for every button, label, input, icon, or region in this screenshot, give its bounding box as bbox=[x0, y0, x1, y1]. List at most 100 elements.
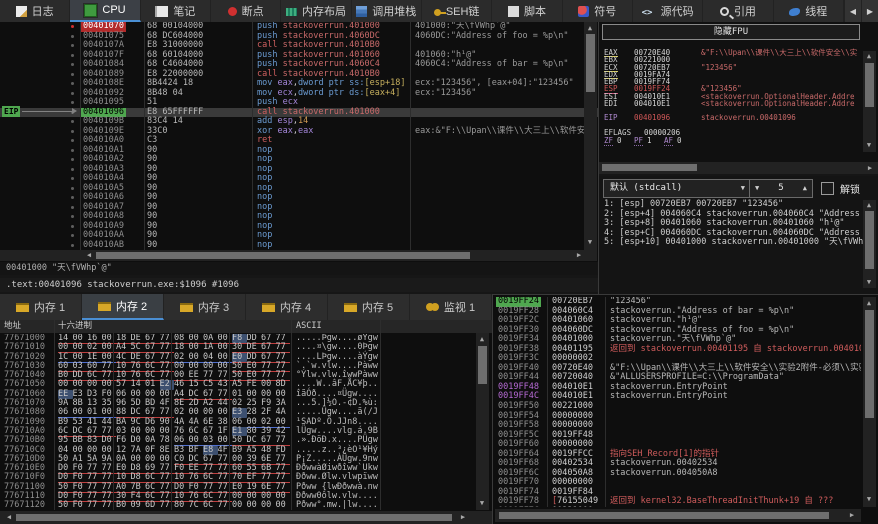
ram-icon bbox=[262, 303, 275, 312]
tab-strip: 日志 CPU 笔记断点内存布局 调用堆栈 SEH链脚本 符号 源代码 引用 线程 bbox=[0, 0, 844, 22]
hex-group: B0096D77 bbox=[116, 501, 174, 510]
stack-row[interactable]: 0019FF5C0019FF48 bbox=[493, 431, 861, 441]
tab-seh[interactable]: SEH链 bbox=[422, 0, 492, 22]
hide-fpu-button[interactable]: 隐藏FPU bbox=[602, 24, 860, 40]
instruction-dot-icon bbox=[71, 82, 74, 85]
flag-value: 0 bbox=[677, 136, 682, 145]
memory-tab[interactable]: 内存 1 bbox=[0, 294, 82, 320]
symbols-icon bbox=[578, 6, 589, 17]
hex-byte: B0 bbox=[116, 501, 131, 510]
instruction-dot-icon bbox=[71, 139, 74, 142]
memory-header-hex: 十六进制 bbox=[58, 320, 92, 333]
calling-convention-dropdown[interactable]: 默认 (stdcall) ▼ bbox=[603, 179, 751, 198]
hex-byte: 00 bbox=[276, 501, 291, 510]
args-vscrollbar[interactable]: ▲ ▼ bbox=[863, 200, 876, 288]
tab-memmap[interactable]: 内存布局 bbox=[281, 0, 351, 22]
memmap-icon bbox=[286, 8, 297, 16]
spacer bbox=[599, 122, 865, 129]
tab-label: 调用堆栈 bbox=[372, 3, 416, 19]
arg-row[interactable]: 5: [esp+10] 00401000 stackoverrun.004010… bbox=[599, 238, 861, 248]
memory-header: 地址 十六进制 ASCII bbox=[0, 320, 492, 333]
disasm-row[interactable]: 004010AB90nop bbox=[0, 241, 598, 251]
disassembly-rows: 0040107068 00104000push stackoverrun.401… bbox=[0, 22, 598, 250]
tab-label: 符号 bbox=[594, 3, 616, 19]
memory-tab-label: 内存 2 bbox=[116, 298, 147, 314]
stack-row[interactable]: 0019FF5400000000 bbox=[493, 412, 861, 422]
disassembly-panel: 0040107068 00104000push stackoverrun.401… bbox=[0, 22, 599, 262]
memory-vscrollbar[interactable]: ▲ ▼ bbox=[476, 333, 489, 510]
registers-vscrollbar[interactable]: ▲ ▼ bbox=[863, 51, 876, 152]
instruction-dot-icon bbox=[71, 63, 74, 66]
eflags-row[interactable]: EFLAGS00000206 bbox=[599, 129, 865, 136]
instruction-dot-icon bbox=[71, 54, 74, 57]
tab-threads[interactable]: 线程 bbox=[774, 0, 844, 22]
tabs-scroll-right-icon[interactable]: ▶ bbox=[861, 0, 878, 22]
memory-tab[interactable]: 内存 5 bbox=[328, 294, 410, 320]
memory-tab-label: 内存 3 bbox=[198, 299, 229, 315]
breakpoint-dot-icon bbox=[71, 25, 74, 28]
hex-byte: 50 bbox=[58, 501, 73, 510]
stack-row[interactable]: 0019FF5800000000 bbox=[493, 421, 861, 431]
disasm-vscrollbar[interactable]: ▲ ▼ bbox=[584, 22, 597, 250]
tabs-scroll-left-icon[interactable]: ◀ bbox=[844, 0, 861, 22]
tab-callstack[interactable]: 调用堆栈 bbox=[352, 0, 422, 22]
register-row[interactable]: EDI004010E1<stackoverrun.OptionalHeader.… bbox=[599, 100, 865, 107]
tab-label: CPU bbox=[102, 4, 125, 16]
stack-row[interactable]: 0019FF3800401195返回到 stackoverrun.0040119… bbox=[493, 345, 861, 355]
instruction-dot-icon bbox=[71, 101, 74, 104]
tab-cpu[interactable]: CPU bbox=[70, 0, 140, 22]
register-value: 004010E1 bbox=[634, 100, 670, 107]
register-row[interactable]: EIP00401096stackoverrun.00401096 bbox=[599, 114, 865, 121]
stack-row[interactable]: 0019FF7000000000 bbox=[493, 478, 861, 488]
callstack-icon bbox=[356, 6, 367, 17]
unlock-checkbox[interactable] bbox=[821, 182, 834, 195]
hex-group: 95BB83D0 bbox=[58, 436, 116, 445]
memory-tab[interactable]: 内存 2 bbox=[82, 294, 164, 320]
memory-tab[interactable]: 内存 4 bbox=[246, 294, 328, 320]
tab-source[interactable]: 源代码 bbox=[633, 0, 703, 22]
instruction-dot-icon bbox=[71, 149, 74, 152]
register-comment: &"F:\\Upan\\课件\\大三上\\软件安全\\实 bbox=[701, 49, 857, 56]
stack-row[interactable]: 0019FF5000221000 bbox=[493, 402, 861, 412]
instruction-dot-icon bbox=[71, 215, 74, 218]
dump-address: 77671120 bbox=[4, 501, 45, 510]
tab-symbols[interactable]: 符号 bbox=[563, 0, 633, 22]
stack-comment: stackoverrun.EntryPoint bbox=[610, 392, 728, 402]
notes-icon bbox=[155, 6, 168, 17]
stack-rows: 0019FF2400720EB7"123456"0019FF28004060C4… bbox=[493, 297, 861, 507]
stack-row[interactable]: 0019FF6C004050A8stackoverrun.004050A8 bbox=[493, 469, 861, 479]
stack-row[interactable]: 0019FF4C004010E1stackoverrun.EntryPoint bbox=[493, 392, 861, 402]
tab-notes[interactable]: 笔记 bbox=[141, 0, 211, 22]
seh-icon bbox=[434, 9, 441, 16]
spinner-down-icon: ▼ bbox=[755, 180, 759, 197]
registers-panel: 隐藏FPU EAX00720E40&"F:\\Upan\\课件\\大三上\\软件… bbox=[598, 22, 878, 174]
arg-count-spinner[interactable]: ▼ 5 ▲ bbox=[749, 179, 813, 198]
tab-refs[interactable]: 引用 bbox=[703, 0, 773, 22]
registers-hscrollbar[interactable]: ▶ bbox=[599, 162, 878, 174]
eip-marker: EIP bbox=[2, 106, 20, 117]
flags-row[interactable]: ZF0PF1AF0 bbox=[599, 136, 865, 145]
memory-row[interactable]: 7767112050F07777B0096D77807C6C7700000000… bbox=[0, 501, 476, 510]
threads-icon bbox=[789, 8, 800, 16]
memory-tab[interactable]: 监视 1 bbox=[410, 294, 492, 320]
stack-vscrollbar[interactable]: ▲ ▼ bbox=[863, 297, 876, 507]
tab-label: 日志 bbox=[32, 3, 54, 19]
memory-hscrollbar[interactable]: ◀ ▶ bbox=[0, 511, 492, 524]
disasm-hscrollbar[interactable]: ◀ ▶ bbox=[0, 250, 597, 261]
stack-panel: 0019FF2400720EB7"123456"0019FF28004060C4… bbox=[492, 294, 878, 524]
register-value: 00401096 bbox=[634, 114, 670, 121]
hex-byte: 00 bbox=[261, 501, 276, 510]
hex-byte: F0 bbox=[73, 501, 88, 510]
memory-tab[interactable]: 内存 3 bbox=[164, 294, 246, 320]
tab-breakpoint[interactable]: 断点 bbox=[211, 0, 281, 22]
tab-label: 笔记 bbox=[173, 3, 195, 19]
stack-hscrollbar[interactable]: ▶ bbox=[495, 509, 861, 522]
tab-label: 引用 bbox=[734, 3, 756, 19]
register-comment: "123456" bbox=[701, 64, 737, 71]
arg-count-value: 5 bbox=[778, 183, 783, 193]
tab-log[interactable]: 日志 bbox=[0, 0, 70, 22]
unlock-label: 解锁 bbox=[840, 181, 860, 196]
instruction-dot-icon bbox=[71, 225, 74, 228]
stack-row[interactable]: 0019FF78[76155049返回到 kernel32.BaseThread… bbox=[493, 497, 861, 507]
tab-script[interactable]: 脚本 bbox=[492, 0, 562, 22]
